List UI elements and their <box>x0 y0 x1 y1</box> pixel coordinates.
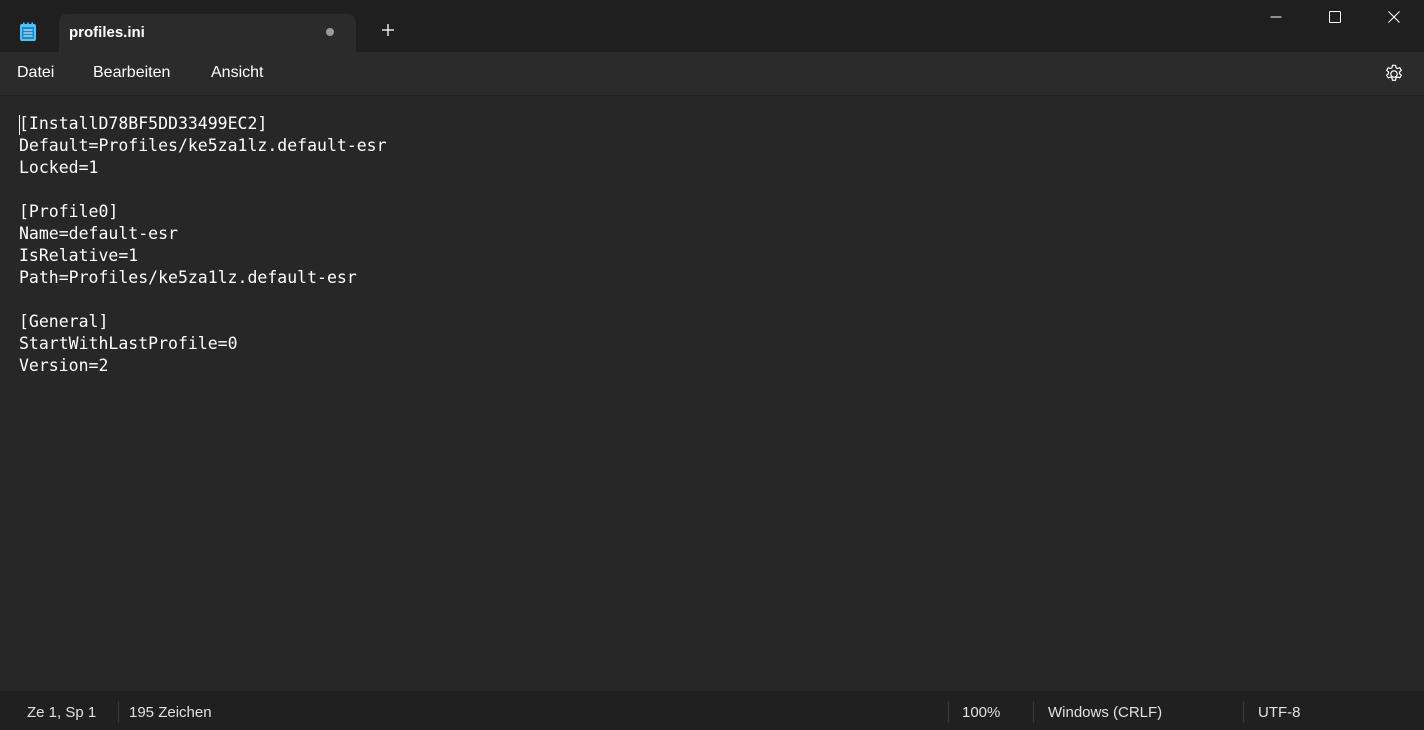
line-ending[interactable]: Windows (CRLF) <box>1048 704 1162 721</box>
editor-line: [Profile0] <box>19 202 119 221</box>
cursor-position: Ze 1, Sp 1 <box>27 704 97 721</box>
minimize-icon <box>1270 10 1282 28</box>
new-tab-button[interactable] <box>370 16 406 48</box>
unsaved-dot-icon[interactable] <box>326 28 334 36</box>
notepad-app-icon <box>19 22 37 42</box>
editor-line: StartWithLastProfile=0 <box>19 334 238 353</box>
tab-title: profiles.ini <box>69 24 145 41</box>
editor-line: Version=2 <box>19 356 109 375</box>
editor-content[interactable]: [InstallD78BF5DD33499EC2] Default=Profil… <box>19 113 387 377</box>
menu-item-ansicht[interactable]: Ansicht <box>211 64 263 82</box>
editor-line: Default=Profiles/ke5za1lz.default-esr <box>19 136 387 155</box>
status-divider <box>1243 702 1244 722</box>
editor-line: IsRelative=1 <box>19 246 139 265</box>
status-bar: Ze 1, Sp 1 195 Zeichen 100% Windows (CRL… <box>0 691 1424 730</box>
tab-profiles-ini[interactable]: profiles.ini <box>59 14 356 52</box>
encoding[interactable]: UTF-8 <box>1258 704 1301 721</box>
maximize-button[interactable] <box>1305 0 1364 38</box>
minimize-button[interactable] <box>1246 0 1305 38</box>
close-icon <box>1387 10 1400 28</box>
editor-line: [General] <box>19 312 109 331</box>
editor-line: Path=Profiles/ke5za1lz.default-esr <box>19 268 357 287</box>
status-divider <box>1033 702 1034 722</box>
status-divider <box>118 702 119 722</box>
editor-line: Locked=1 <box>19 158 99 177</box>
notepad-window: profiles.ini Datei Bearbeiten Ansicht [I… <box>0 0 1424 730</box>
plus-icon <box>381 23 395 42</box>
text-caret <box>19 115 20 135</box>
title-bar[interactable]: profiles.ini <box>0 0 1424 52</box>
zoom-level[interactable]: 100% <box>962 704 1000 721</box>
gear-icon[interactable] <box>1383 63 1405 85</box>
editor-line: Name=default-esr <box>19 224 178 243</box>
text-editor[interactable]: [InstallD78BF5DD33499EC2] Default=Profil… <box>0 96 1424 691</box>
status-divider <box>948 702 949 722</box>
close-button[interactable] <box>1364 0 1423 38</box>
menu-item-datei[interactable]: Datei <box>17 64 54 82</box>
editor-line: [InstallD78BF5DD33499EC2] <box>19 114 268 133</box>
maximize-icon <box>1328 10 1341 28</box>
menu-item-bearbeiten[interactable]: Bearbeiten <box>93 64 170 82</box>
character-count: 195 Zeichen <box>129 704 212 721</box>
menu-bar: Datei Bearbeiten Ansicht <box>0 52 1424 96</box>
